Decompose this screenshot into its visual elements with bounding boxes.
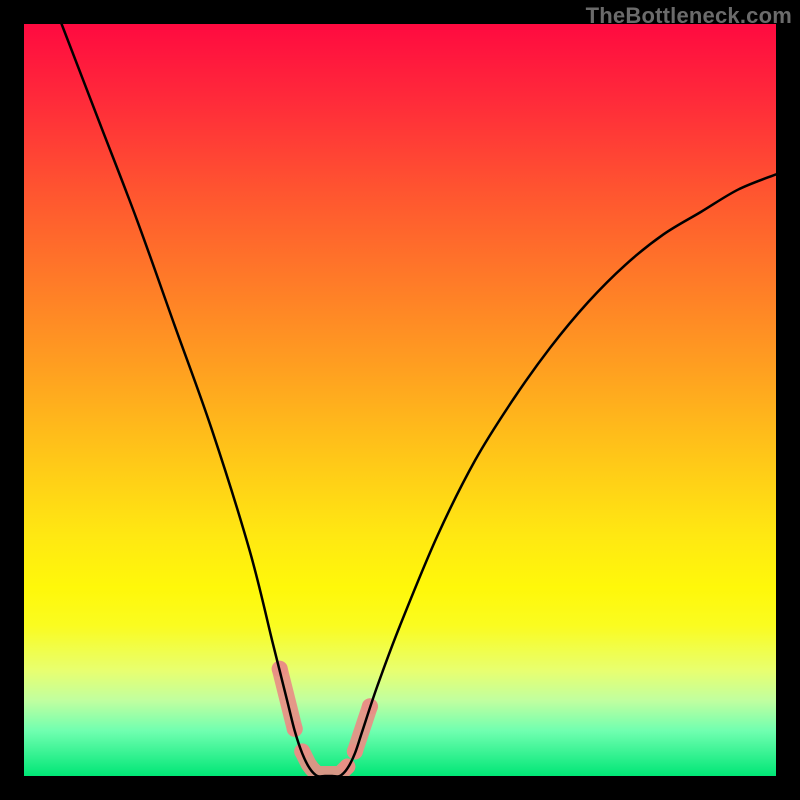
bottleneck-curve xyxy=(62,24,776,776)
curve-layer xyxy=(24,24,776,776)
plot-area xyxy=(24,24,776,776)
chart-frame: TheBottleneck.com xyxy=(0,0,800,800)
highlight-markers xyxy=(272,661,378,775)
